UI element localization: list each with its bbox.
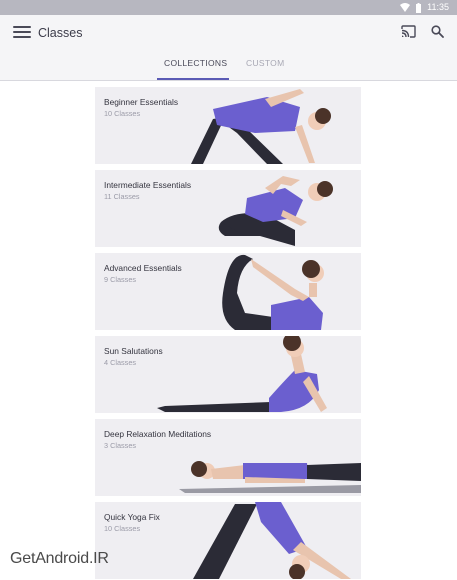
- collection-title: Advanced Essentials: [104, 263, 182, 273]
- collection-count: 11 Classes: [104, 192, 140, 201]
- collection-title: Deep Relaxation Meditations: [104, 429, 212, 439]
- watermark: GetAndroid.IR: [10, 550, 109, 567]
- collection-title: Quick Yoga Fix: [104, 512, 160, 522]
- tab-indicator: [157, 78, 229, 80]
- app-bar: Classes COLLECTIONS CUSTOM: [0, 15, 457, 81]
- search-icon[interactable]: [431, 25, 444, 38]
- menu-icon[interactable]: [13, 26, 31, 40]
- cast-icon[interactable]: [401, 25, 416, 38]
- collection-count: 9 Classes: [104, 275, 137, 284]
- collection-count: 3 Classes: [104, 441, 137, 450]
- collection-card-advanced-essentials[interactable]: Advanced Essentials 9 Classes: [95, 253, 361, 330]
- collection-card-deep-relaxation-meditations[interactable]: Deep Relaxation Meditations 3 Classes: [95, 419, 361, 496]
- collection-count: 10 Classes: [104, 109, 141, 118]
- page-title: Classes: [38, 26, 83, 40]
- collection-count: 4 Classes: [104, 358, 137, 367]
- status-bar: 11:35: [0, 0, 457, 15]
- battery-icon: [416, 2, 422, 13]
- collection-title: Intermediate Essentials: [104, 180, 192, 190]
- tab-custom[interactable]: CUSTOM: [246, 58, 284, 68]
- wifi-icon: [400, 3, 411, 12]
- collection-card-intermediate-essentials[interactable]: Intermediate Essentials 11 Classes: [95, 170, 361, 247]
- collection-title: Beginner Essentials: [104, 97, 179, 107]
- status-time: 11:35: [427, 2, 449, 12]
- collection-title: Sun Salutations: [104, 346, 163, 356]
- tab-collections[interactable]: COLLECTIONS: [164, 58, 227, 68]
- collection-count: 10 Classes: [104, 524, 141, 533]
- collection-card-sun-salutations[interactable]: Sun Salutations 4 Classes: [95, 336, 361, 413]
- collection-card-quick-yoga-fix[interactable]: Quick Yoga Fix 10 Classes: [95, 502, 361, 579]
- collection-card-beginner-essentials[interactable]: Beginner Essentials 10 Classes: [95, 87, 361, 164]
- tab-bar: COLLECTIONS CUSTOM: [0, 58, 457, 81]
